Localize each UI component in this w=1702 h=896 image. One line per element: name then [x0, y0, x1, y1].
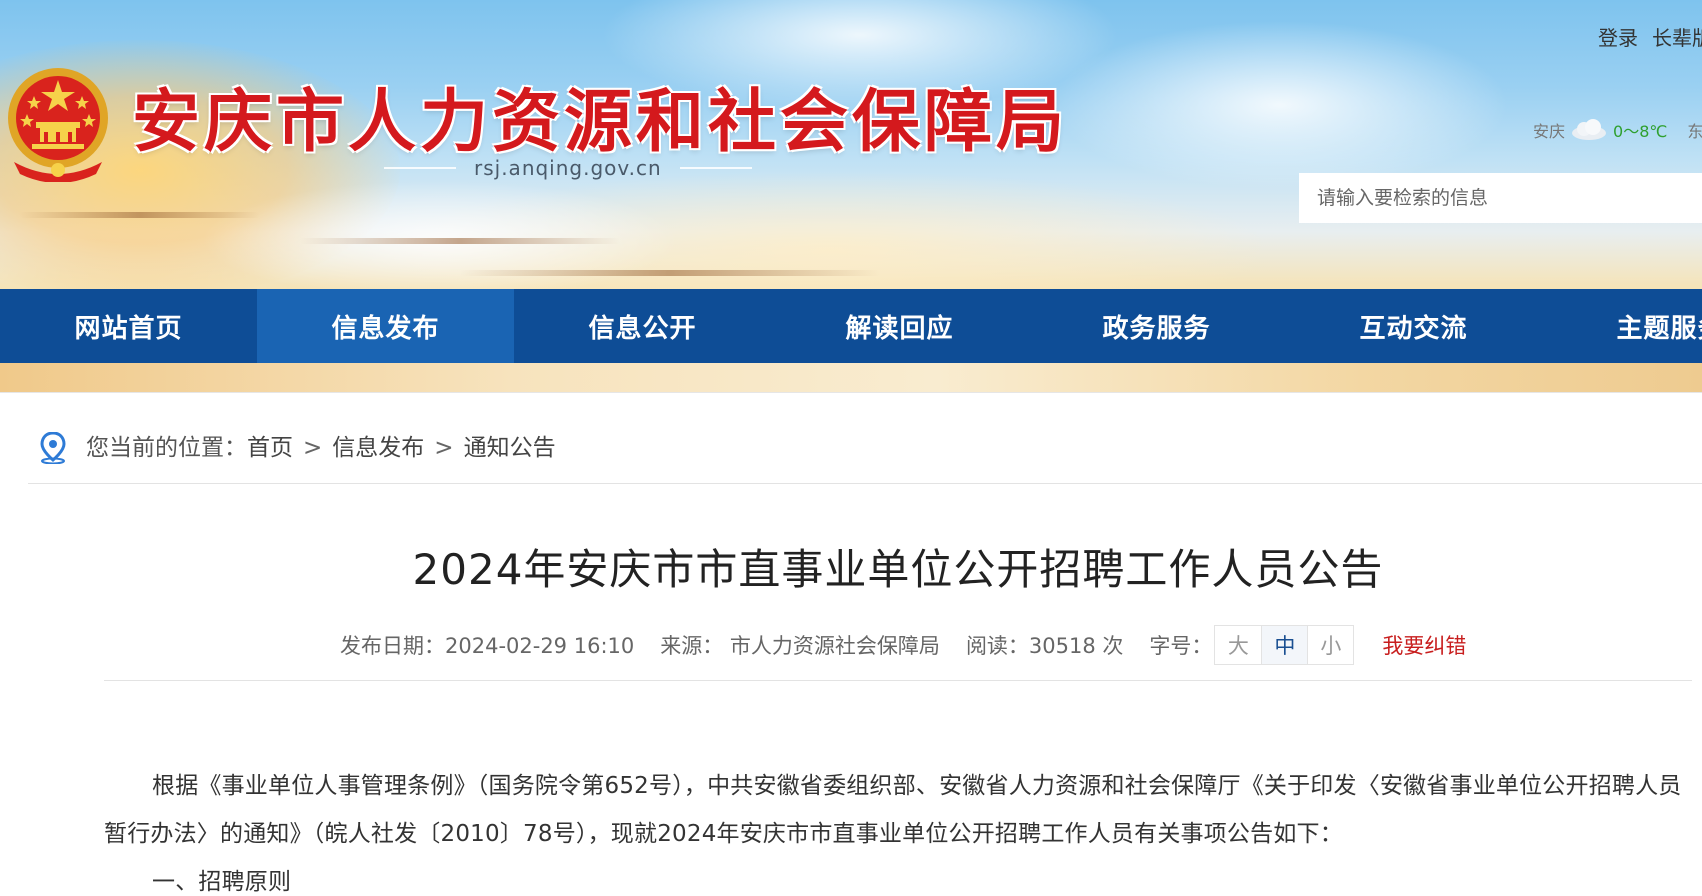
report-error-link[interactable]: 我要纠错 — [1382, 630, 1466, 660]
breadcrumb-prefix: 您当前的位置： — [86, 435, 247, 461]
site-url: rsj.anqing.gov.cn — [474, 156, 662, 180]
meta-divider — [104, 680, 1692, 681]
banner-streak — [300, 238, 620, 244]
main-nav: 网站首页 信息发布 信息公开 解读回应 政务服务 互动交流 主题服务 — [0, 289, 1702, 363]
decorative-line — [384, 167, 456, 169]
font-size-selector: 大 中 小 — [1214, 625, 1355, 665]
breadcrumb-info-release[interactable]: 信息发布 — [332, 426, 424, 470]
elder-mode-link[interactable]: 长辈版 — [1652, 26, 1702, 50]
article-source: 来源： 市人力资源社会保障局 — [660, 634, 940, 658]
article-paragraph: 根据《事业单位人事管理条例》（国务院令第652号），中共安徽省委组织部、安徽省人… — [104, 773, 1682, 847]
article-meta: 发布日期：2024-02-29 16:10 来源： 市人力资源社会保障局 阅读：… — [340, 624, 1466, 666]
weather-wind: 东 — [1687, 122, 1702, 141]
cloud-icon — [1572, 119, 1607, 140]
read-count: 阅读：30518 次 — [965, 634, 1124, 658]
nav-item-info-release[interactable]: 信息发布 — [257, 289, 514, 363]
section-heading: 一、招聘原则 — [152, 869, 292, 895]
banner-streak — [460, 270, 880, 276]
breadcrumb: 您当前的位置： 首页 > 信息发布 > 通知公告 — [28, 426, 1702, 484]
nav-item-interaction[interactable]: 互动交流 — [1285, 289, 1542, 363]
login-link[interactable]: 登录 — [1598, 26, 1638, 50]
article-body: 根据《事业单位人事管理条例》（国务院令第652号），中共安徽省委组织部、安徽省人… — [104, 762, 1696, 896]
banner-streak — [20, 212, 260, 218]
nav-item-info-disclosure[interactable]: 信息公开 — [514, 289, 771, 363]
font-size-medium-button[interactable]: 中 — [1261, 626, 1308, 664]
breadcrumb-separator: > — [303, 435, 323, 461]
location-pin-icon — [40, 432, 66, 464]
decorative-line — [679, 167, 752, 169]
font-size-small-button[interactable]: 小 — [1307, 626, 1353, 664]
site-title: 安庆市人力资源和社会保障局 — [132, 83, 1069, 162]
nav-item-interpretation[interactable]: 解读回应 — [771, 289, 1028, 363]
top-links: 登录长辈版 — [1598, 22, 1702, 51]
header-banner: 安庆市人力资源和社会保障局 rsj.anqing.gov.cn 登录长辈版 安庆… — [0, 0, 1702, 290]
nav-decorative-strip — [0, 363, 1702, 393]
breadcrumb-notices[interactable]: 通知公告 — [464, 426, 556, 470]
nav-item-home[interactable]: 网站首页 — [0, 289, 257, 363]
nav-item-theme-services[interactable]: 主题服务 — [1542, 289, 1702, 363]
banner-cloud — [1050, 20, 1510, 190]
nav-item-gov-services[interactable]: 政务服务 — [1028, 289, 1285, 363]
font-size-large-button[interactable]: 大 — [1215, 626, 1261, 664]
site-url-row: rsj.anqing.gov.cn — [384, 154, 752, 182]
search-input[interactable] — [1299, 173, 1702, 223]
breadcrumb-separator: > — [434, 435, 454, 461]
weather-widget: 安庆 0～8℃ 东 — [1533, 118, 1702, 142]
article-title: 2024年安庆市市直事业单位公开招聘工作人员公告 — [412, 545, 1384, 594]
breadcrumb-home[interactable]: 首页 — [247, 426, 293, 470]
weather-temp: 0～8℃ — [1613, 122, 1668, 141]
publish-date: 发布日期：2024-02-29 16:10 — [340, 634, 635, 658]
font-size-label: 字号： — [1149, 634, 1213, 658]
national-emblem-icon — [8, 68, 108, 182]
weather-city: 安庆 — [1533, 122, 1566, 141]
